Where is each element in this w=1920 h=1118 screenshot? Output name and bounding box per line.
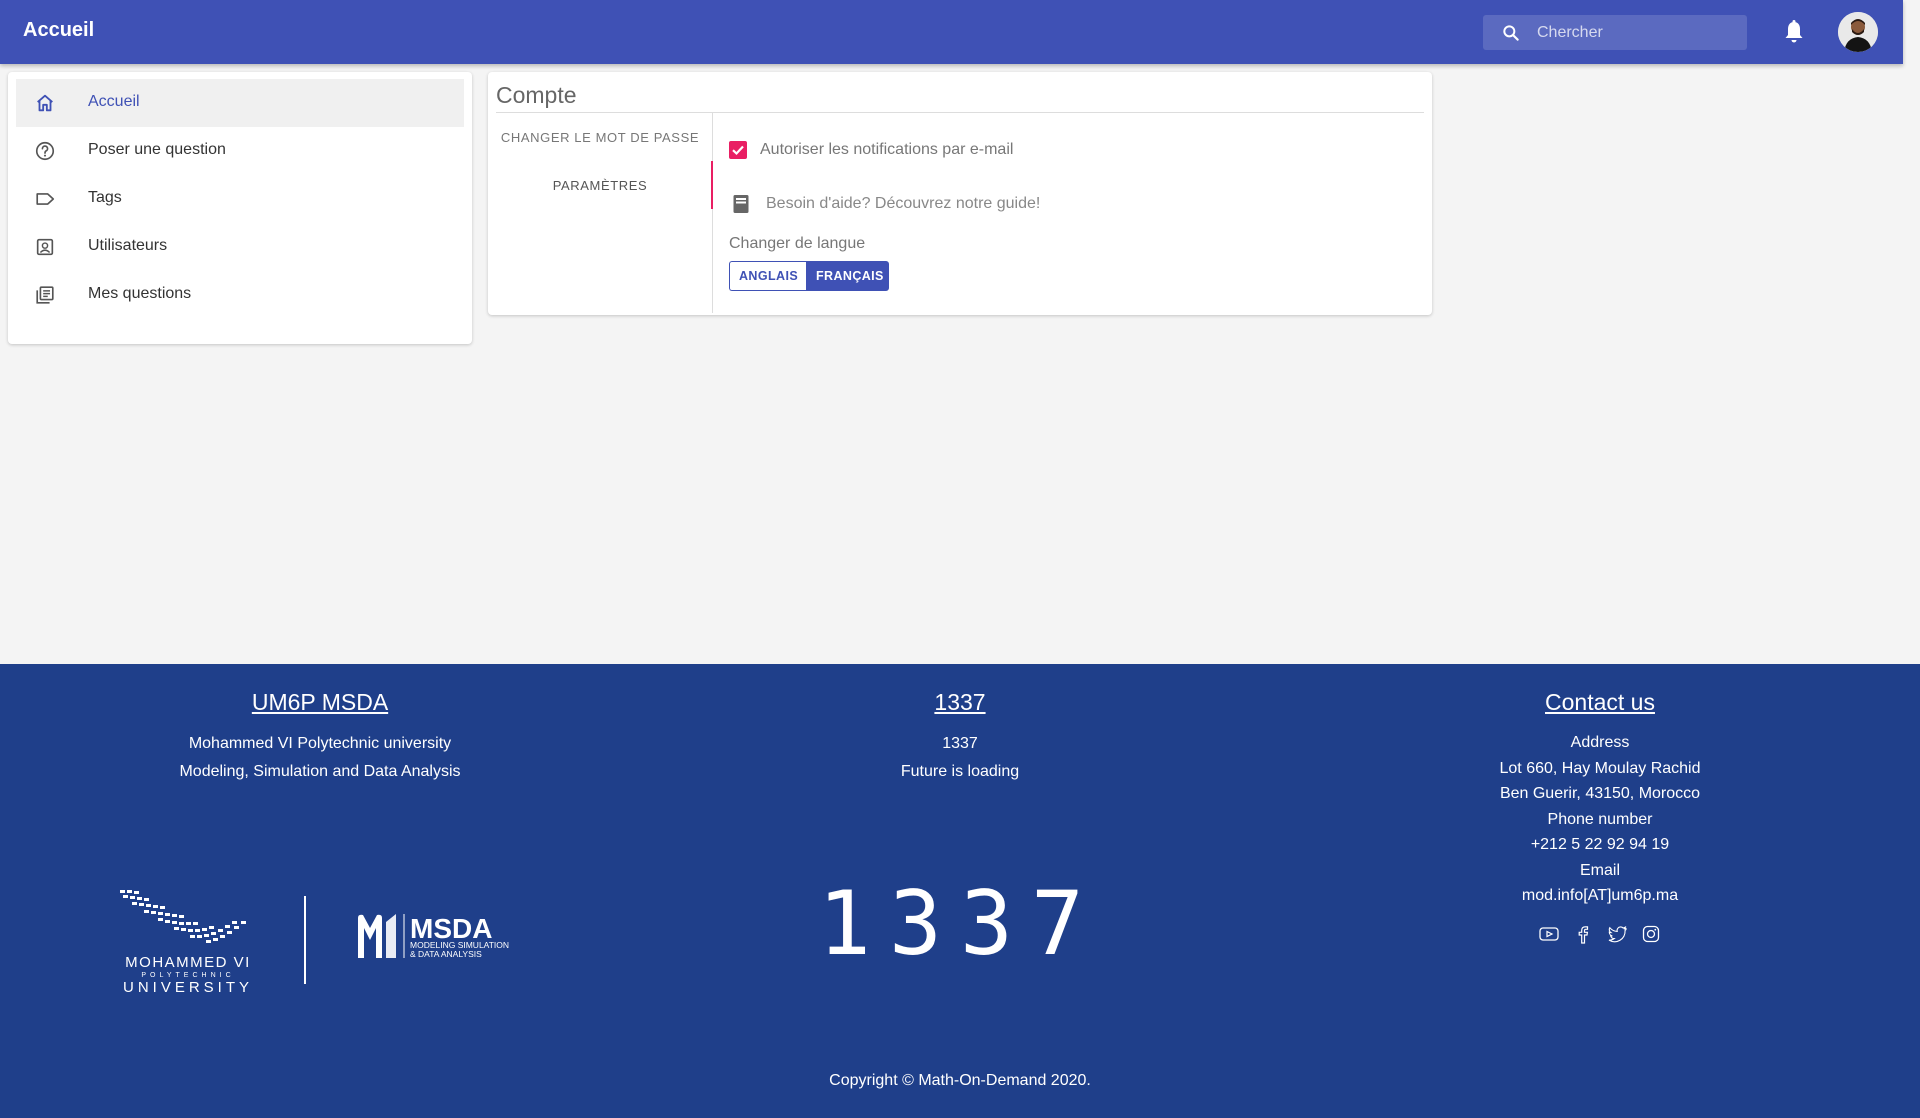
social-links bbox=[1300, 923, 1900, 945]
active-tab-indicator bbox=[711, 161, 713, 209]
footer-text: Phone number bbox=[1547, 810, 1653, 828]
help-guide-link[interactable]: Besoin d'aide? Découvrez notre guide! bbox=[766, 195, 1040, 213]
home-icon bbox=[37, 94, 53, 112]
settings-tabs: CHANGER LE MOT DE PASSE PARAMÈTRES bbox=[488, 113, 713, 313]
help-circle-icon bbox=[35, 141, 55, 161]
sidebar-item-tags[interactable]: Tags bbox=[16, 175, 464, 223]
1337-logo-text: 1337 bbox=[828, 882, 1092, 960]
sidebar-item-label: Accueil bbox=[88, 93, 140, 110]
footer-text: mod.info[AT]um6p.ma bbox=[1521, 887, 1679, 904]
logo-divider bbox=[304, 896, 306, 984]
footer-heading-contact[interactable]: Contact us bbox=[1545, 689, 1655, 716]
language-french-button[interactable]: FRANÇAIS bbox=[806, 261, 889, 291]
language-label: Changer de langue bbox=[729, 235, 866, 252]
sidebar-item-label: Poser une question bbox=[88, 141, 226, 158]
tag-icon bbox=[36, 193, 55, 205]
account-title: Compte bbox=[496, 82, 577, 108]
footer-text: Mohammed VI Polytechnic university bbox=[188, 735, 452, 752]
footer-text: Modeling, Simulation and Data Analysis bbox=[179, 763, 461, 780]
footer-column-contact: Contact us Address Lot 660, Hay Moulay R… bbox=[1300, 689, 1900, 945]
msda-logo: MSDA MODELING SIMULATION & DATA ANALYSIS bbox=[358, 913, 509, 959]
youtube-icon[interactable] bbox=[1538, 923, 1560, 945]
sidebar-item-utilisateurs[interactable]: Utilisateurs bbox=[16, 223, 464, 271]
top-app-bar: Accueil bbox=[0, 0, 1903, 64]
um6p-logo-text: UNIVERSITY bbox=[123, 979, 253, 994]
instagram-icon[interactable] bbox=[1640, 923, 1662, 945]
footer-column-1337: 1337 1337 Future is loading bbox=[660, 689, 1260, 786]
copyright: Copyright © Math-On-Demand 2020. bbox=[829, 1072, 1091, 1089]
tab-change-password[interactable]: CHANGER LE MOT DE PASSE bbox=[488, 113, 712, 161]
email-notifications-label: Autoriser les notifications par e-mail bbox=[760, 141, 1014, 158]
sidebar: Accueil Poser une question Tags Utilisat… bbox=[8, 72, 472, 344]
search-icon bbox=[1503, 25, 1519, 41]
library-books-icon bbox=[36, 286, 54, 304]
search-input[interactable] bbox=[1537, 15, 1737, 50]
sidebar-item-label: Tags bbox=[88, 189, 122, 206]
account-box-icon bbox=[36, 238, 54, 256]
twitter-icon[interactable] bbox=[1606, 923, 1628, 945]
sidebar-item-label: Utilisateurs bbox=[88, 237, 168, 254]
tab-parametres[interactable]: PARAMÈTRES bbox=[488, 161, 712, 209]
um6p-logo-text: POLYTECHNIC bbox=[141, 972, 234, 979]
footer-text: Ben Guerir, 43150, Morocco bbox=[1499, 785, 1701, 802]
footer-text: Email bbox=[1579, 861, 1620, 879]
sidebar-item-poser-une-question[interactable]: Poser une question bbox=[16, 127, 464, 175]
search-box[interactable] bbox=[1483, 15, 1747, 50]
um6p-logo: MOHAMMED VI POLYTECHNIC UNIVERSITY bbox=[120, 890, 253, 994]
footer-text: Lot 660, Hay Moulay Rachid bbox=[1499, 759, 1701, 777]
um6p-logo-text: MOHAMMED VI bbox=[125, 954, 251, 971]
language-toggle-group: ANGLAIS FRANÇAIS bbox=[729, 261, 889, 291]
msda-logo-text: & DATA ANALYSIS bbox=[410, 949, 482, 959]
facebook-icon[interactable] bbox=[1572, 923, 1594, 945]
bell-icon[interactable] bbox=[1782, 19, 1806, 45]
footer: UM6P MSDA Mohammed VI Polytechnic univer… bbox=[0, 664, 1920, 1118]
book-icon bbox=[733, 195, 749, 213]
check-icon bbox=[732, 145, 744, 156]
footer-heading-1337[interactable]: 1337 bbox=[934, 689, 985, 716]
sidebar-item-mes-questions[interactable]: Mes questions bbox=[16, 271, 464, 319]
page-title: Accueil bbox=[23, 19, 95, 41]
1337-logo: 1337 bbox=[828, 882, 1092, 960]
language-english-button[interactable]: ANGLAIS bbox=[729, 261, 806, 291]
avatar[interactable] bbox=[1838, 12, 1878, 52]
footer-text: Address bbox=[1570, 734, 1630, 751]
footer-column-um6p: UM6P MSDA Mohammed VI Polytechnic univer… bbox=[20, 689, 620, 786]
footer-text: Future is loading bbox=[900, 763, 1020, 780]
email-notifications-checkbox[interactable] bbox=[729, 141, 747, 159]
footer-heading-um6p[interactable]: UM6P MSDA bbox=[252, 689, 388, 716]
sidebar-item-accueil[interactable]: Accueil bbox=[16, 79, 464, 127]
footer-text: 1337 bbox=[942, 735, 978, 752]
sidebar-item-label: Mes questions bbox=[88, 285, 192, 302]
footer-text: +212 5 22 92 94 19 bbox=[1530, 836, 1670, 853]
account-card: Compte CHANGER LE MOT DE PASSE PARAMÈTRE… bbox=[488, 72, 1432, 315]
